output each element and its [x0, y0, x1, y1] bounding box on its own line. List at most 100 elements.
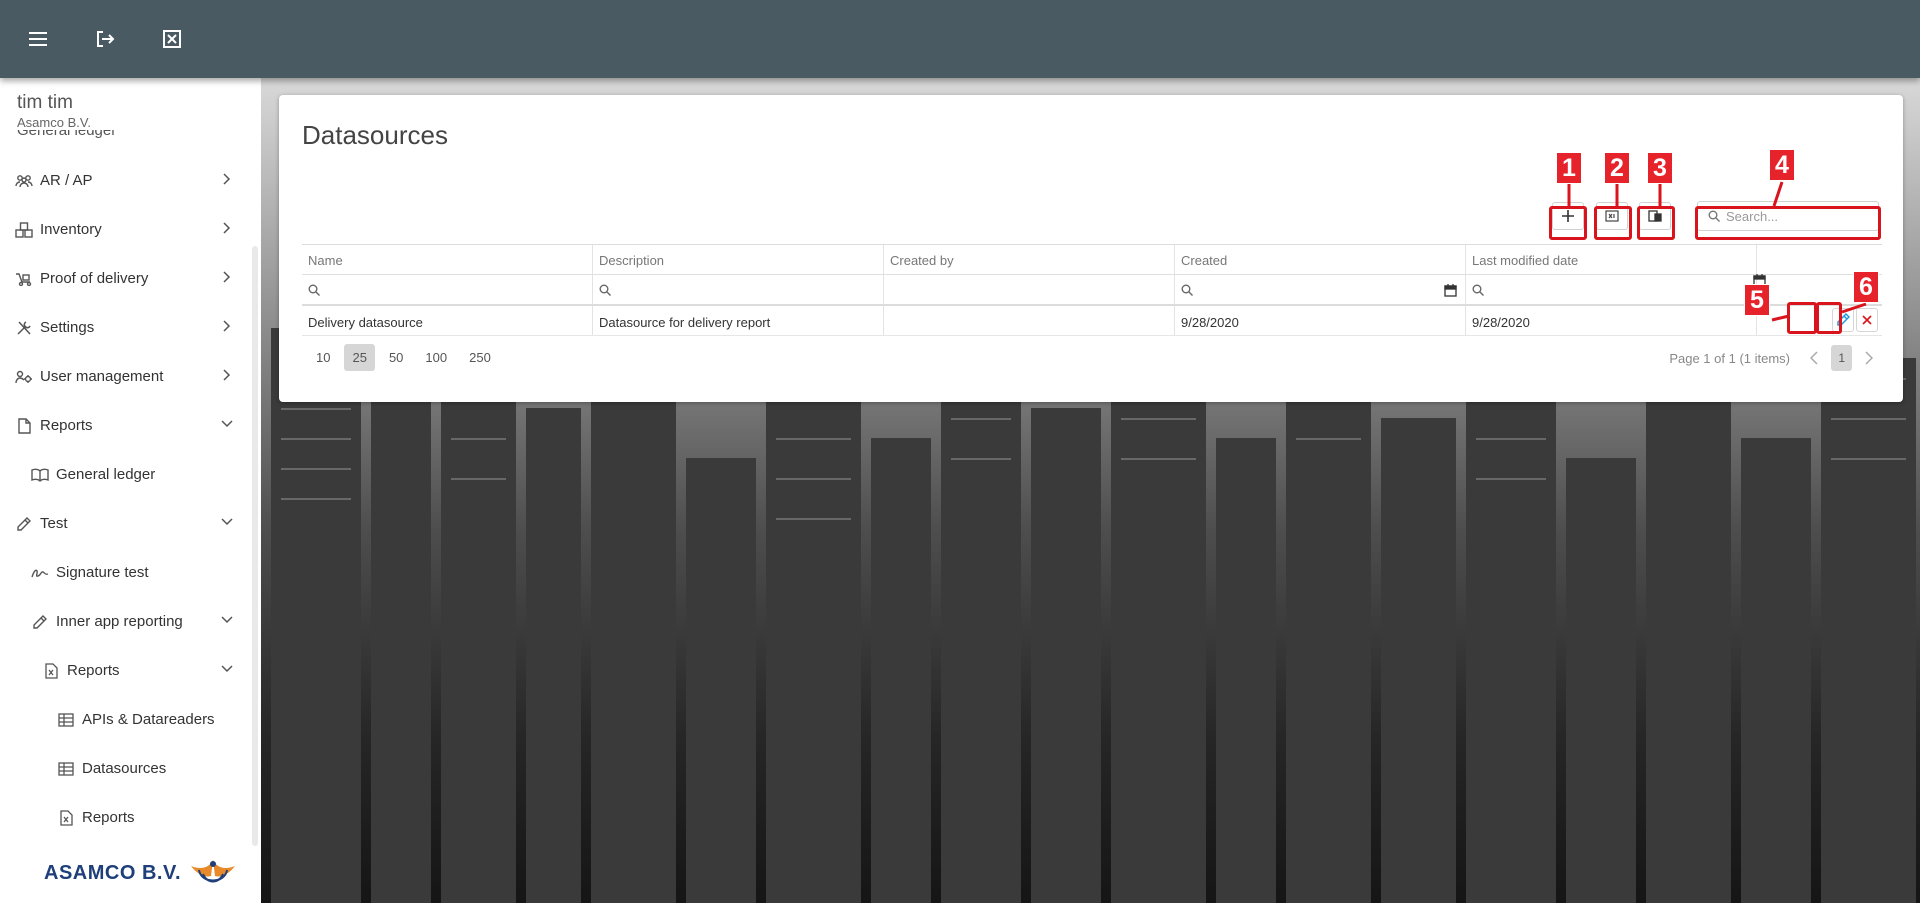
sidebar-item-label: Test: [40, 515, 68, 532]
annotation-label-1: 1: [1556, 152, 1582, 184]
page-size-25[interactable]: 25: [344, 344, 375, 371]
filter-name-cell[interactable]: [302, 275, 593, 304]
cell-created: 9/28/2020: [1175, 306, 1466, 335]
sidebar-item-settings[interactable]: Settings: [0, 303, 250, 352]
sidebar-item-label: Reports: [40, 417, 93, 434]
next-page-icon[interactable]: [1862, 344, 1876, 372]
previous-page-icon[interactable]: [1807, 344, 1821, 372]
chevron-right-icon: [220, 368, 234, 382]
excel-file-icon: [57, 809, 75, 827]
sidebar-item-reports-leaf[interactable]: Reports: [0, 793, 250, 842]
column-header-actions: [1757, 245, 1882, 274]
close-box-icon[interactable]: [160, 27, 184, 51]
pencil-icon: [15, 515, 33, 533]
column-header-created[interactable]: Created: [1175, 245, 1466, 274]
chevron-right-icon: [220, 319, 234, 333]
book-icon: [31, 466, 49, 484]
top-bar: [0, 0, 1920, 78]
page-size-50[interactable]: 50: [381, 344, 411, 371]
table-icon: [57, 711, 75, 729]
grid-header-row: Name Description Created by Created Last…: [302, 244, 1882, 274]
delete-x-icon: [1862, 315, 1872, 325]
table-row[interactable]: Delivery datasource Datasource for deliv…: [302, 306, 1882, 336]
sidebar-item-inventory[interactable]: Inventory: [0, 205, 250, 254]
column-header-last-modified[interactable]: Last modified date: [1466, 245, 1757, 274]
sidebar-item-datasources[interactable]: Datasources: [0, 744, 250, 793]
sidebar-item-general-ledger[interactable]: General ledger: [0, 450, 250, 499]
column-chooser-button[interactable]: [1639, 202, 1671, 230]
logout-icon[interactable]: [93, 27, 117, 51]
page-size-100[interactable]: 100: [417, 344, 455, 371]
export-excel-icon: [1605, 210, 1619, 222]
sidebar-item-label: Datasources: [82, 760, 167, 777]
pager: 10 25 50 100 250 Page 1 of 1 (1 items) 1: [302, 344, 1882, 372]
pager-info: Page 1 of 1 (1 items): [1669, 351, 1790, 366]
filter-created-cell[interactable]: [1175, 275, 1466, 304]
annotation-label-2: 2: [1604, 152, 1630, 184]
sidebar-item-proof-of-delivery[interactable]: Proof of delivery: [0, 254, 250, 303]
page-size-250[interactable]: 250: [461, 344, 499, 371]
sidebar-item-label: General ledger: [56, 466, 156, 483]
cell-actions: [1757, 306, 1882, 335]
search-box[interactable]: [1697, 201, 1879, 231]
cell-description: Datasource for delivery report: [593, 306, 884, 335]
filter-created-by-cell[interactable]: [884, 275, 1175, 304]
add-button[interactable]: [1552, 202, 1584, 230]
delivery-truck-icon: [15, 270, 33, 288]
sidebar-item-label: Proof of delivery: [40, 270, 149, 287]
boxes-icon: [15, 221, 33, 239]
signature-icon: [31, 564, 49, 582]
chevron-down-icon: [220, 613, 234, 627]
users-gear-icon: [15, 368, 33, 386]
calendar-icon[interactable]: [1444, 284, 1457, 297]
filter-last-modified-cell[interactable]: [1466, 274, 1766, 304]
page-number-button[interactable]: 1: [1831, 345, 1852, 371]
page-size-selector: 10 25 50 100 250: [308, 344, 499, 371]
column-header-created-by[interactable]: Created by: [884, 245, 1175, 274]
edit-row-button[interactable]: [1832, 308, 1854, 332]
sidebar-item-inner-reports[interactable]: Reports: [0, 646, 250, 695]
annotation-label-4: 4: [1769, 149, 1795, 181]
filter-description-cell[interactable]: [593, 275, 884, 304]
sidebar-item-label: Inventory: [40, 221, 102, 238]
sidebar-item-apis-datareaders[interactable]: APIs & Datareaders: [0, 695, 250, 744]
hamburger-menu-icon[interactable]: [26, 27, 50, 51]
sidebar-item-label: Inner app reporting: [56, 613, 183, 630]
search-icon: [599, 284, 611, 296]
pencil-icon: [31, 613, 49, 631]
export-excel-button[interactable]: [1596, 202, 1628, 230]
sidebar-item-reports[interactable]: Reports: [0, 401, 250, 450]
cell-last-modified: 9/28/2020: [1466, 306, 1757, 335]
search-icon: [308, 284, 320, 296]
page-size-10[interactable]: 10: [308, 344, 338, 371]
eagle-logo-icon: [191, 860, 236, 883]
sidebar-item-label: APIs & Datareaders: [82, 711, 215, 728]
search-input[interactable]: [1726, 208, 1866, 224]
sidebar-scrollbar[interactable]: [252, 246, 258, 846]
annotation-label-6: 6: [1853, 271, 1879, 303]
sidebar-item-label: Signature test: [56, 564, 149, 581]
sidebar-item-signature-test[interactable]: Signature test: [0, 548, 250, 597]
sidebar-item-test[interactable]: Test: [0, 499, 250, 548]
search-icon: [1472, 284, 1484, 296]
excel-file-icon: [42, 662, 60, 680]
annotation-label-3: 3: [1647, 152, 1673, 184]
sidebar-item-general-ledger-clipped[interactable]: General ledger: [17, 130, 116, 140]
annotation-label-5: 5: [1744, 284, 1770, 316]
chevron-down-icon: [220, 662, 234, 676]
grid-filter-row: [302, 274, 1882, 306]
pager-navigation: 1: [1807, 344, 1876, 372]
column-header-description[interactable]: Description: [593, 245, 884, 274]
sidebar-item-user-management[interactable]: User management: [0, 352, 250, 401]
sidebar-item-ar-ap[interactable]: AR / AP: [0, 156, 250, 205]
chevron-right-icon: [220, 172, 234, 186]
tools-icon: [15, 319, 33, 337]
sidebar-item-inner-app-reporting[interactable]: Inner app reporting: [0, 597, 250, 646]
cell-name: Delivery datasource: [302, 306, 593, 335]
sidebar-nav: AR / AP Inventory Proof of delivery Sett…: [0, 156, 250, 842]
chevron-right-icon: [220, 270, 234, 284]
delete-row-button[interactable]: [1856, 308, 1878, 332]
column-header-name[interactable]: Name: [302, 245, 593, 274]
datasources-card: Datasources Name Description Created by …: [279, 95, 1903, 402]
page-title: Datasources: [302, 120, 448, 150]
